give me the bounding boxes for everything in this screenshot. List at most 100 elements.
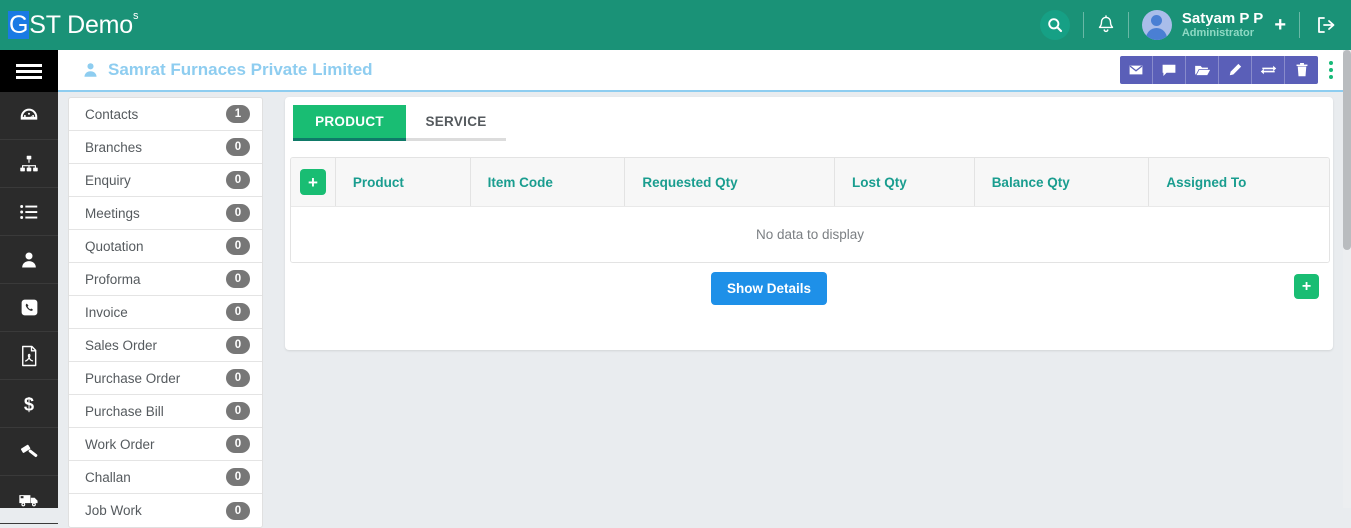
list-item-label: Work Order <box>85 436 155 452</box>
list-item[interactable]: Branches 0 <box>69 131 262 164</box>
card-footer: Show Details + <box>285 260 1333 350</box>
user-info[interactable]: Satyam P P Administrator <box>1182 10 1263 40</box>
list-item[interactable]: Sales Order 0 <box>69 329 262 362</box>
column-header[interactable]: Requested Qty <box>625 158 835 206</box>
list-item[interactable]: Invoice 0 <box>69 296 262 329</box>
list-item-label: Proforma <box>85 271 141 287</box>
sidebar-item-list[interactable] <box>0 188 58 236</box>
user-icon <box>22 252 36 267</box>
dollar-icon: $ <box>24 393 34 414</box>
kebab-menu-icon-dot-1 <box>1329 61 1333 65</box>
email-button[interactable] <box>1120 56 1153 84</box>
envelope-icon <box>1129 65 1143 75</box>
list-item-count-badge: 0 <box>226 369 250 387</box>
list-item[interactable]: Work Order 0 <box>69 428 262 461</box>
person-icon <box>84 63 97 77</box>
column-header[interactable]: Balance Qty <box>975 158 1150 206</box>
user-name: Satyam P P <box>1181 10 1264 28</box>
app-brand[interactable]: GST Demos <box>8 10 139 40</box>
brand-superscript: s <box>132 10 139 23</box>
list-item-label: Sales Order <box>85 337 158 353</box>
sidebar-item-logistics[interactable] <box>0 476 58 524</box>
trash-icon <box>1296 63 1307 77</box>
page-title-group: Samrat Furnaces Private Limited <box>82 60 373 80</box>
list-item[interactable]: Job Work 0 <box>69 494 262 527</box>
user-role: Administrator <box>1181 27 1254 40</box>
separator-3 <box>1299 12 1300 38</box>
column-header[interactable]: Item Code <box>471 158 626 206</box>
delete-button[interactable] <box>1285 56 1318 84</box>
list-item[interactable]: Quotation 0 <box>69 230 262 263</box>
kebab-menu-button[interactable] <box>1329 61 1333 79</box>
page-header: Samrat Furnaces Private Limited <box>58 50 1343 92</box>
separator-1 <box>1082 12 1084 38</box>
avatar-body <box>1146 28 1168 40</box>
show-details-button[interactable]: Show Details <box>711 272 828 305</box>
list-item-count-badge: 0 <box>226 402 250 420</box>
add-item-cell: + <box>291 158 336 206</box>
notifications-button[interactable] <box>1097 15 1115 35</box>
hamburger-icon-bar-2 <box>16 69 42 73</box>
column-header[interactable]: Lost Qty <box>835 158 975 206</box>
list-item-label: Invoice <box>85 304 128 320</box>
list-item-count-badge: 0 <box>226 501 250 520</box>
sidebar-item-documents[interactable] <box>0 332 58 380</box>
dashboard-icon <box>20 108 38 120</box>
list-item[interactable]: Purchase Order 0 <box>69 362 262 395</box>
main-content-area: Contacts 1 Branches 0 Enquiry 0 Meetings 0 Quota… <box>58 92 1343 528</box>
add-button[interactable]: + <box>1274 15 1286 35</box>
kebab-menu-icon-dot-2 <box>1329 68 1333 72</box>
pencil-icon <box>1229 63 1242 76</box>
sidebar-item-calls[interactable] <box>0 284 58 332</box>
list-item-count-badge: 0 <box>226 336 250 354</box>
table-header-row: + Product Item Code Requested Qty Lost Qty B… <box>291 158 1329 206</box>
list-item[interactable]: Contacts 1 <box>69 98 262 131</box>
icon-sidebar: $ <box>0 50 58 524</box>
convert-button[interactable] <box>1252 56 1285 84</box>
exchange-icon <box>1260 65 1276 75</box>
list-item[interactable]: Purchase Bill 0 <box>69 395 262 428</box>
list-item[interactable]: Challan 0 <box>69 461 262 494</box>
list-item[interactable]: Meetings 0 <box>69 197 262 230</box>
kebab-menu-icon-dot-3 <box>1329 75 1333 79</box>
tab-service[interactable]: SERVICE <box>406 105 506 141</box>
comment-icon <box>1162 64 1176 76</box>
column-header[interactable]: Product <box>336 158 471 206</box>
search-icon <box>1048 18 1062 33</box>
list-item-count-badge: 0 <box>226 435 250 453</box>
list-item-label: Job Work <box>85 503 142 518</box>
folder-open-icon <box>1194 65 1210 75</box>
related-records-list: Contacts 1 Branches 0 Enquiry 0 Meetings 0 Quota… <box>68 97 263 528</box>
list-item-count-badge: 0 <box>226 138 250 156</box>
brand-rest: ST Demo <box>29 10 133 39</box>
comment-button[interactable] <box>1153 56 1186 84</box>
sitemap-icon <box>20 155 38 171</box>
top-bar: GST Demos Satyam P P Administrator + <box>0 0 1351 50</box>
sidebar-item-accounts[interactable]: $ <box>0 380 58 428</box>
list-item[interactable]: Proforma 0 <box>69 263 262 296</box>
list-item-label: Contacts <box>85 106 139 122</box>
separator-2 <box>1127 12 1129 38</box>
avatar[interactable] <box>1141 10 1172 40</box>
folder-button[interactable] <box>1186 56 1219 84</box>
list-item-label: Meetings <box>85 205 140 221</box>
list-icon <box>20 204 38 219</box>
list-item[interactable]: Enquiry 0 <box>69 164 262 197</box>
sidebar-item-dashboard[interactable] <box>0 92 58 140</box>
add-item-button[interactable]: + <box>299 169 326 195</box>
sidebar-item-contacts[interactable] <box>0 236 58 284</box>
sidebar-item-organization[interactable] <box>0 140 58 188</box>
search-button[interactable] <box>1039 10 1070 40</box>
edit-button[interactable] <box>1219 56 1252 84</box>
sidebar-toggle-button[interactable] <box>0 50 58 92</box>
list-item-count-badge: 0 <box>226 204 250 222</box>
brand-g-box: G <box>8 10 30 39</box>
phone-icon <box>21 299 37 316</box>
add-record-button[interactable]: + <box>1294 274 1319 299</box>
sidebar-item-legal[interactable] <box>0 428 58 476</box>
page-scrollbar-thumb[interactable] <box>1343 50 1351 250</box>
tab-product[interactable]: PRODUCT <box>293 105 406 141</box>
column-header[interactable]: Assigned To <box>1149 158 1329 206</box>
logout-button[interactable] <box>1315 15 1337 35</box>
avatar-head <box>1151 15 1163 26</box>
